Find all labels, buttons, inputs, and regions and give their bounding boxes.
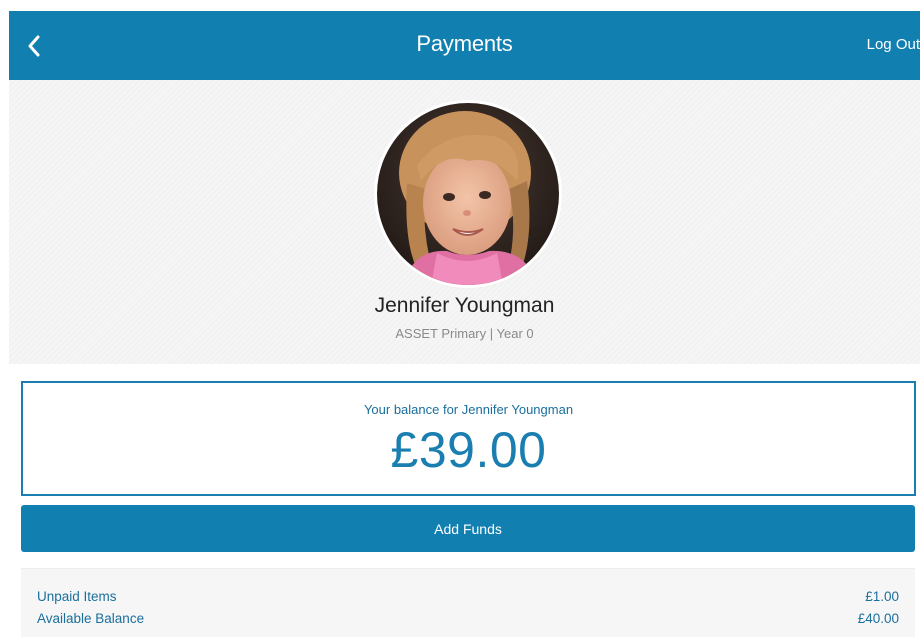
avatar (377, 103, 559, 285)
add-funds-button[interactable]: Add Funds (21, 505, 915, 552)
page-title: Payments (416, 31, 513, 56)
summary-label: Unpaid Items (37, 589, 117, 604)
logout-link[interactable]: Log Out (867, 36, 920, 53)
balance-label: Your balance for Jennifer Youngman (363, 402, 574, 417)
summary-row-available: Available Balance £40.00 (37, 611, 899, 629)
balance-card: Your balance for Jennifer Youngman £39.0… (21, 381, 916, 496)
summary-row-unpaid: Unpaid Items £1.00 (37, 589, 899, 607)
avatar-photo (377, 103, 559, 285)
balance-summary: Unpaid Items £1.00 Available Balance £40… (21, 568, 915, 637)
profile-section: Jennifer Youngman ASSET Primary | Year 0 (9, 80, 920, 364)
summary-label: Available Balance (37, 611, 145, 626)
student-subtitle: ASSET Primary | Year 0 (395, 326, 534, 341)
summary-value: £1.00 (865, 589, 899, 604)
summary-value: £40.00 (857, 611, 899, 626)
header-bar: Payments Log Out (9, 11, 920, 80)
balance-amount: £39.00 (390, 422, 547, 478)
student-name: Jennifer Youngman (374, 294, 555, 317)
